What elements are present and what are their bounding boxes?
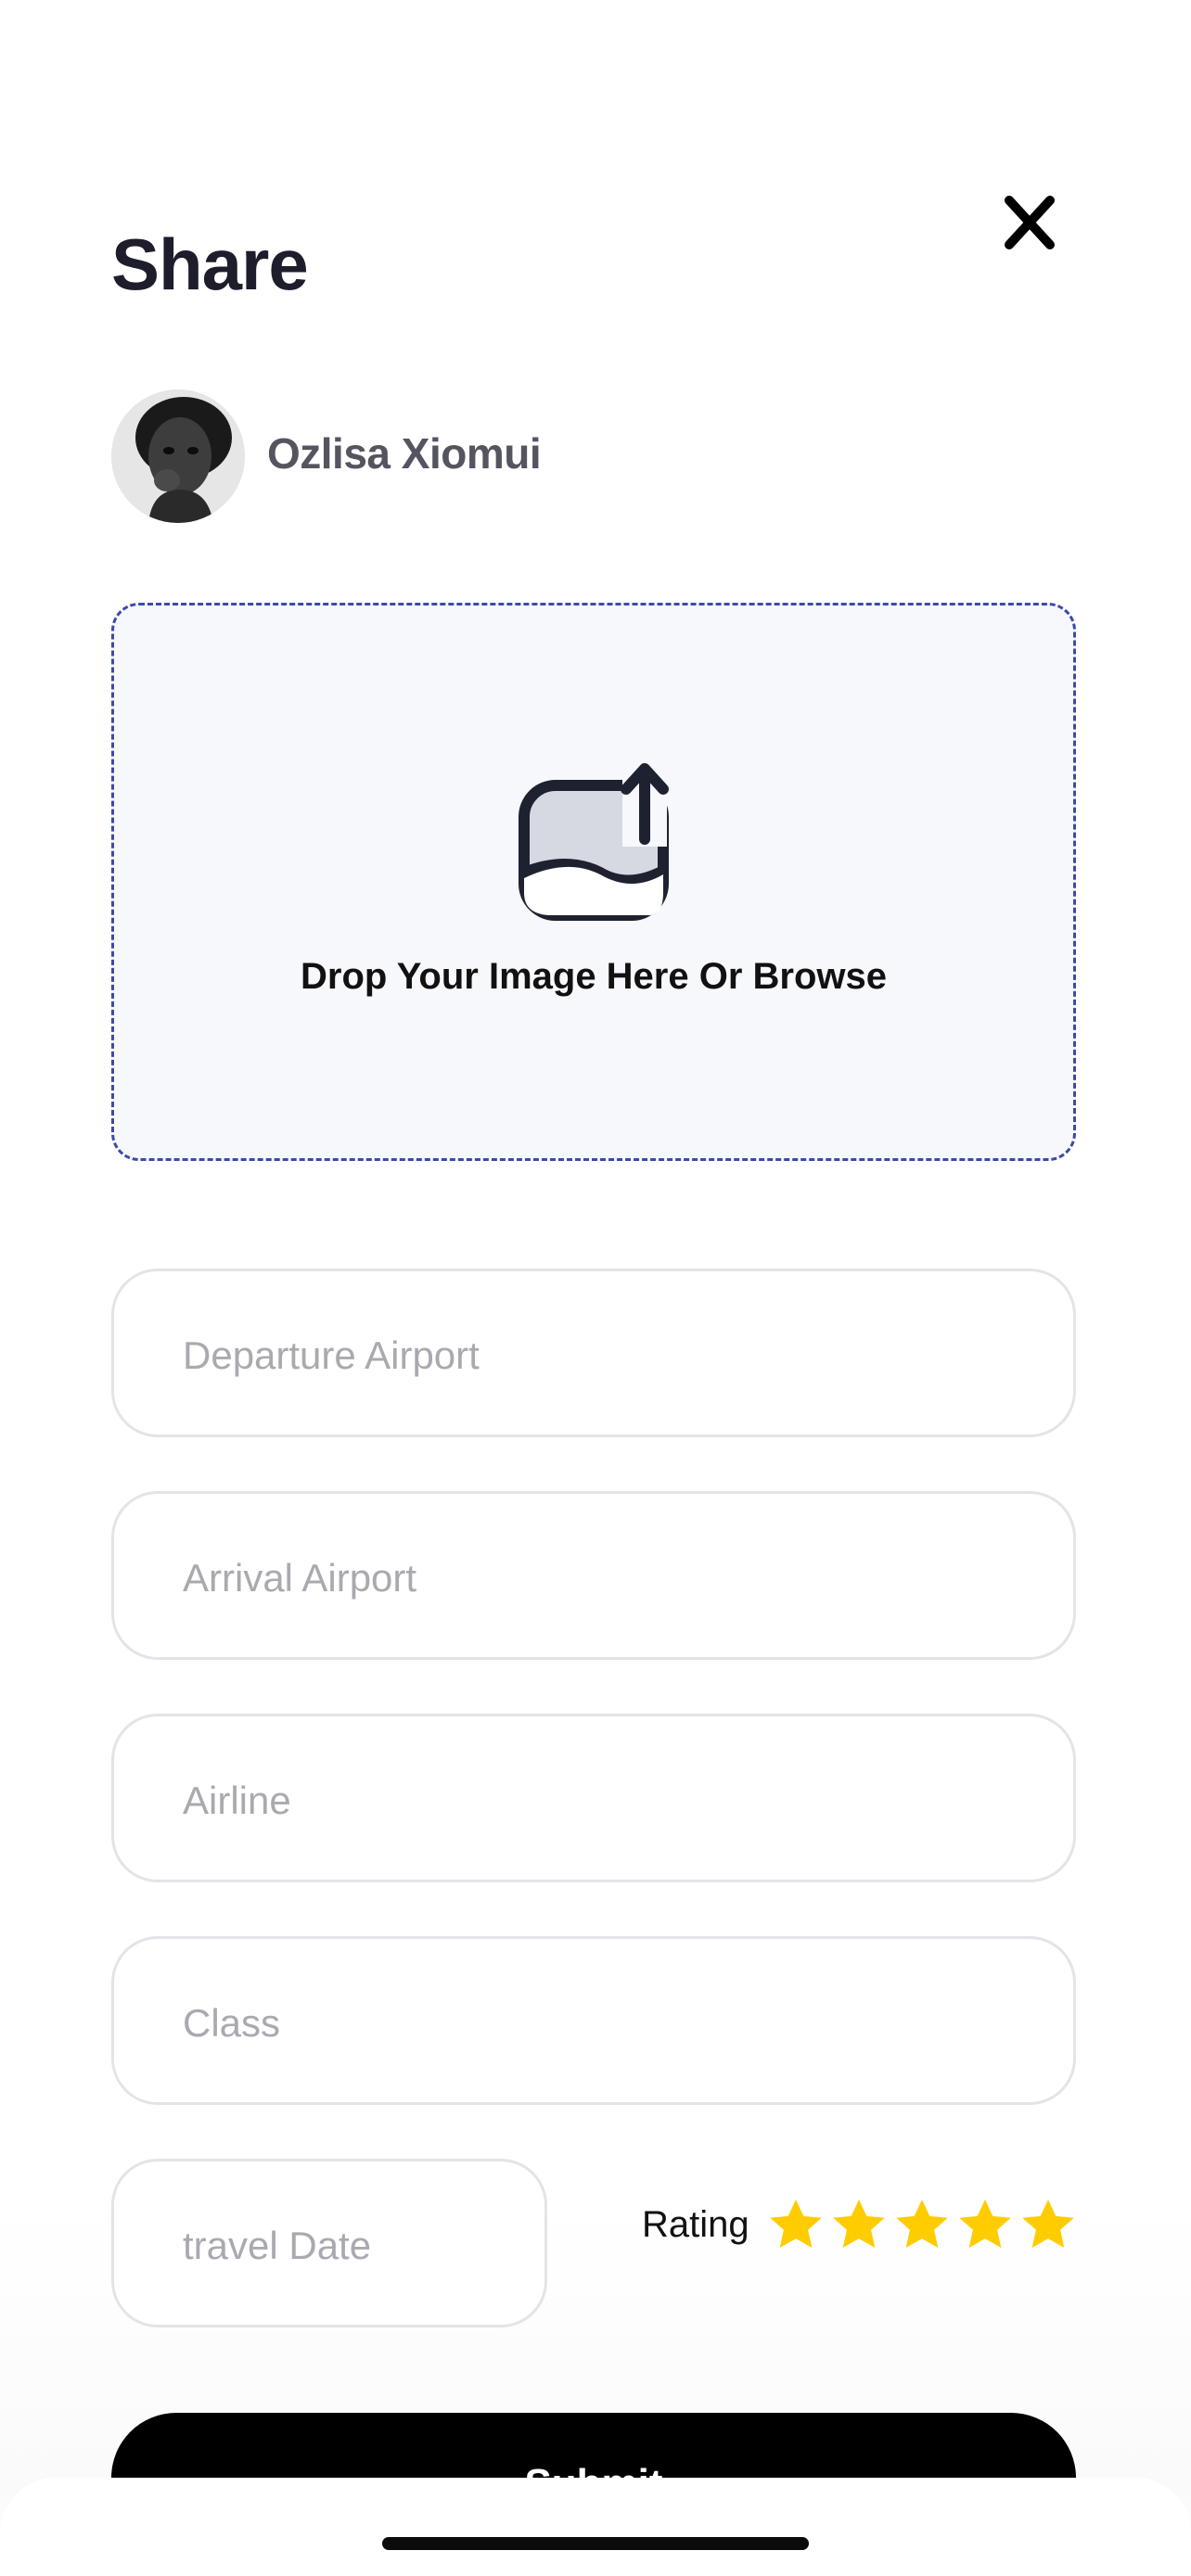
close-button[interactable]: [1002, 193, 1057, 252]
user-name: Ozlisa Xiomui: [267, 429, 542, 478]
star-icon[interactable]: [892, 2196, 952, 2255]
star-icon[interactable]: [1018, 2196, 1078, 2255]
dropzone-label: Drop Your Image Here Or Browse: [300, 956, 888, 997]
image-dropzone[interactable]: Drop Your Image Here Or Browse: [111, 603, 1076, 1161]
rating-label: Rating: [642, 2204, 749, 2245]
star-icon[interactable]: [829, 2196, 889, 2255]
departure-airport-field[interactable]: Departure Airport: [111, 1269, 1076, 1437]
star-icon[interactable]: [955, 2196, 1015, 2255]
page-title: Share: [111, 223, 309, 305]
departure-airport-placeholder: Departure Airport: [183, 1333, 480, 1377]
close-icon: [1005, 196, 1055, 249]
class-field[interactable]: Class: [111, 1936, 1076, 2105]
airline-placeholder: Airline: [183, 1779, 291, 1822]
airline-field[interactable]: Airline: [111, 1714, 1076, 1882]
star-icon[interactable]: [766, 2196, 826, 2255]
avatar: [111, 389, 245, 523]
image-upload-icon: [519, 763, 669, 921]
rating-stars: [766, 2196, 1078, 2255]
sheet-bottom-edge: [0, 2478, 1191, 2576]
arrival-airport-placeholder: Arrival Airport: [183, 1556, 417, 1600]
home-indicator: [382, 2537, 809, 2550]
travel-date-field[interactable]: travel Date: [111, 2159, 547, 2327]
class-placeholder: Class: [183, 2001, 281, 2045]
travel-date-placeholder: travel Date: [183, 2224, 372, 2267]
arrival-airport-field[interactable]: Arrival Airport: [111, 1491, 1076, 1660]
share-sheet: Share Ozlisa Xiomui Drop Your Image Here…: [0, 0, 1191, 2576]
